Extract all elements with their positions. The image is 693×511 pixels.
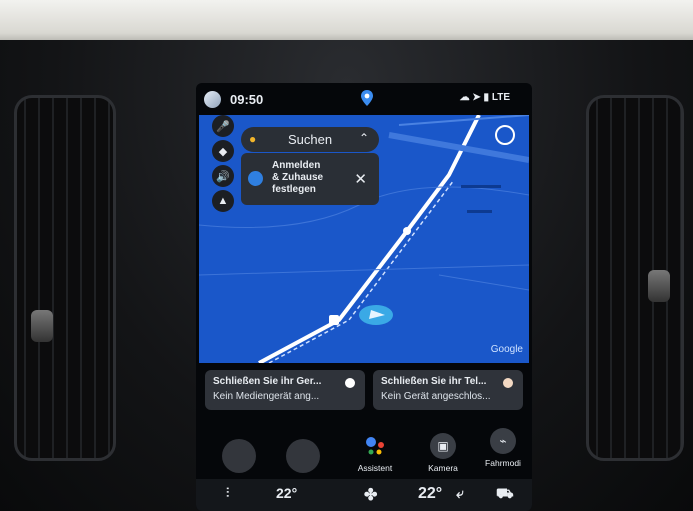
avatar[interactable] bbox=[204, 91, 221, 108]
map-attribution: Google bbox=[490, 344, 523, 355]
right-temp[interactable]: 22° bbox=[418, 485, 442, 503]
left-temp[interactable]: 22° bbox=[276, 485, 297, 501]
widget-title: Schließen Sie ihr Tel... bbox=[381, 376, 487, 387]
widget-title: Schließen Sie ihr Ger... bbox=[213, 376, 322, 387]
right-vent-knob bbox=[648, 270, 670, 302]
account-icon[interactable] bbox=[495, 125, 515, 145]
map-view[interactable]: 🎤 ◆ 🔊 ▲ ● Suchen ⌃ Anmelden & Zuhause fe… bbox=[199, 115, 529, 363]
maps-icon[interactable] bbox=[360, 90, 374, 106]
login-line2: & Zuhause bbox=[272, 172, 324, 183]
volume-icon[interactable]: 🔊 bbox=[212, 165, 234, 187]
media-widget[interactable]: Schließen Sie ihr Ger... Kein Mediengerä… bbox=[205, 370, 365, 410]
signal-icon: ▮ bbox=[483, 92, 490, 103]
left-vent-knob bbox=[31, 310, 53, 342]
search-bar[interactable]: ● Suchen ⌃ bbox=[241, 127, 379, 152]
google-assistant-icon bbox=[362, 433, 388, 459]
microphone-icon[interactable]: 🎤 bbox=[212, 115, 234, 137]
seat-heat-icon[interactable]: ⫶ bbox=[226, 485, 229, 501]
login-line1: Anmelden bbox=[272, 160, 321, 171]
app-label: Kamera bbox=[428, 463, 458, 473]
login-card[interactable]: Anmelden & Zuhause festlegen ✕ bbox=[241, 153, 379, 205]
camera-app[interactable]: ▣ Kamera bbox=[418, 433, 468, 473]
app-placeholder[interactable] bbox=[286, 439, 320, 473]
status-dot bbox=[345, 378, 355, 388]
left-air-vent bbox=[14, 95, 116, 461]
app-placeholder[interactable] bbox=[222, 439, 256, 473]
login-card-text: Anmelden & Zuhause festlegen bbox=[272, 160, 342, 196]
car-icon[interactable]: ⛟ bbox=[496, 485, 514, 504]
app-label: Assistent bbox=[357, 463, 393, 473]
camera-icon: ▣ bbox=[430, 433, 456, 459]
widget-subtitle: Kein Gerät angeschlos... bbox=[381, 391, 491, 402]
layers-icon[interactable]: ◆ bbox=[212, 140, 234, 162]
cloud-icon: ☁ bbox=[459, 92, 470, 103]
location-icon: ➤ bbox=[472, 92, 481, 103]
network-type: LTE bbox=[491, 92, 510, 103]
close-icon[interactable]: ✕ bbox=[354, 170, 367, 188]
drive-mode-app[interactable]: ⌁ Fahrmodi bbox=[478, 428, 528, 468]
seat-icon[interactable]: ⤶ bbox=[456, 485, 464, 502]
infotainment-screen: 09:50 ☁ ➤ ▮ LTE 🎤 ◆ 🔊 ▲ ● Suchen ⌃ Anmel… bbox=[196, 83, 532, 511]
climate-bar: ⫶ 22° ✤ 22° ⤶ ⛟ bbox=[196, 479, 532, 511]
assistant-app[interactable]: Assistent bbox=[350, 433, 400, 473]
home-icon bbox=[248, 171, 263, 186]
login-line3: festlegen bbox=[272, 184, 316, 195]
car-mode-icon: ⌁ bbox=[490, 428, 516, 454]
clock: 09:50 bbox=[230, 92, 264, 107]
chevron-up-icon[interactable]: ⌃ bbox=[359, 131, 369, 145]
phone-widget[interactable]: Schließen Sie ihr Tel... Kein Gerät ange… bbox=[373, 370, 523, 410]
compass-icon[interactable]: ▲ bbox=[212, 190, 234, 212]
app-label: Fahrmodi bbox=[485, 458, 521, 468]
connectivity-status: ☁ ➤ ▮ LTE bbox=[460, 92, 510, 103]
status-dot bbox=[503, 378, 513, 388]
status-bar: 09:50 ☁ ➤ ▮ LTE bbox=[196, 83, 532, 115]
widget-subtitle: Kein Mediengerät ang... bbox=[213, 391, 320, 402]
fan-icon[interactable]: ✤ bbox=[364, 485, 377, 505]
